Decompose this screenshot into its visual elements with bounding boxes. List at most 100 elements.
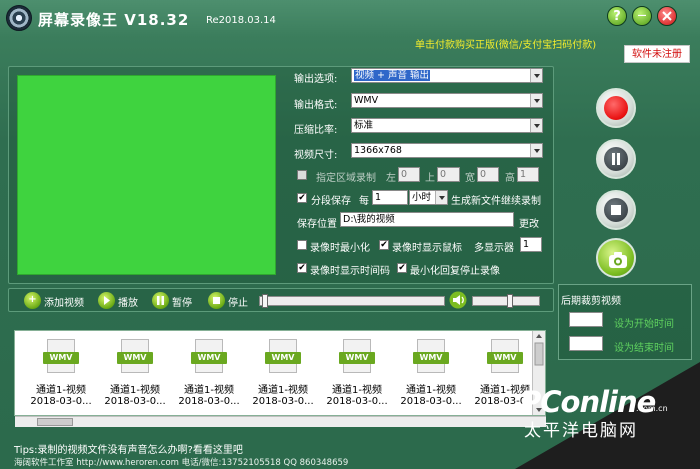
camera-icon bbox=[609, 252, 627, 268]
chevron-down-icon bbox=[530, 69, 542, 82]
save-location-input[interactable]: D:\我的视频 bbox=[340, 212, 514, 227]
playback-progress-thumb[interactable] bbox=[262, 294, 268, 308]
file-item[interactable]: WMV 通道1-视频 2018-03-0... bbox=[397, 335, 465, 411]
multi-monitor-input[interactable]: 1 bbox=[520, 237, 542, 252]
region-label: 指定区域录制 bbox=[316, 173, 376, 184]
minimize-button[interactable]: — bbox=[632, 6, 652, 26]
file-name: 通道1-视频 bbox=[184, 385, 234, 396]
file-name: 通道1-视频 bbox=[110, 385, 160, 396]
record-icon bbox=[604, 96, 628, 120]
output-format-label: 输出格式: bbox=[294, 100, 338, 111]
show-timecode-checkbox[interactable]: ✔ bbox=[297, 263, 307, 273]
set-end-button[interactable]: 设为结束时间 bbox=[614, 339, 674, 354]
pause-icon[interactable] bbox=[152, 292, 169, 309]
playback-progress-slider[interactable] bbox=[259, 296, 445, 306]
record-button[interactable] bbox=[596, 88, 636, 128]
file-name: 通道1-视频 bbox=[36, 385, 86, 396]
chevron-down-icon bbox=[530, 144, 542, 157]
stop-icon[interactable] bbox=[208, 292, 225, 309]
close-icon bbox=[662, 11, 672, 21]
pause-button[interactable]: 暂停 bbox=[172, 294, 192, 309]
watermark-domain: .com.cn bbox=[636, 404, 668, 413]
file-item[interactable]: WMV 通道1-视频 2018-03-0... bbox=[175, 335, 243, 411]
compression-label: 压缩比率: bbox=[294, 125, 338, 136]
add-icon[interactable]: + bbox=[24, 292, 41, 309]
end-time-input[interactable] bbox=[569, 336, 603, 351]
segment-unit-select[interactable]: 小时 bbox=[409, 190, 448, 205]
file-badge: WMV bbox=[487, 352, 523, 364]
segment-unit-value: 小时 bbox=[412, 192, 432, 203]
release-date: Re2018.03.14 bbox=[206, 15, 276, 26]
chevron-down-icon bbox=[530, 94, 542, 107]
file-date: 2018-03-0... bbox=[30, 396, 92, 407]
tips-link[interactable]: Tips:录制的视频文件没有声音怎么办啊?看看这里吧 bbox=[14, 441, 243, 456]
file-item[interactable]: WMV 通道1-视频 2018-03-0... bbox=[27, 335, 95, 411]
unregistered-badge[interactable]: 软件未注册 bbox=[624, 45, 690, 63]
wmv-file-icon: WMV bbox=[265, 339, 301, 373]
region-checkbox[interactable] bbox=[297, 170, 307, 180]
segment-count-input[interactable]: 1 bbox=[372, 190, 408, 205]
close-button[interactable] bbox=[657, 6, 677, 26]
region-left-input[interactable]: 0 bbox=[398, 167, 420, 182]
file-date: 2018-03-0... bbox=[252, 396, 314, 407]
file-list[interactable]: WMV 通道1-视频 2018-03-0... WMV 通道1-视频 2018-03-0.… bbox=[14, 330, 546, 416]
screenshot-button[interactable] bbox=[596, 238, 636, 278]
region-top-label: 上 bbox=[425, 173, 435, 184]
hscroll-thumb[interactable] bbox=[37, 418, 73, 426]
change-location-button[interactable]: 更改 bbox=[519, 215, 539, 230]
output-option-value: 视频 + 声音 输出 bbox=[354, 70, 431, 81]
output-format-select[interactable]: WMV bbox=[351, 93, 543, 108]
minimize-when-recording-label: 录像时最小化 bbox=[310, 243, 370, 254]
play-icon[interactable] bbox=[98, 292, 115, 309]
segment-checkbox[interactable]: ✔ bbox=[297, 193, 307, 203]
app-logo-icon bbox=[6, 5, 32, 31]
file-item[interactable]: WMV 通道1-视频 2018-03-0... bbox=[249, 335, 317, 411]
minimize-when-recording-checkbox[interactable] bbox=[297, 240, 307, 250]
region-width-label: 宽 bbox=[465, 173, 475, 184]
wmv-file-icon: WMV bbox=[339, 339, 375, 373]
file-date: 2018-03-0... bbox=[104, 396, 166, 407]
output-option-select[interactable]: 视频 + 声音 输出 bbox=[351, 68, 543, 83]
wmv-file-icon: WMV bbox=[413, 339, 449, 373]
buy-link[interactable]: 单击付款购买正版(微信/支付宝扫码付款) bbox=[415, 36, 596, 51]
stop-on-restore-checkbox[interactable]: ✔ bbox=[397, 263, 407, 273]
app-window: 屏幕录像王 V18.32 Re2018.03.14 ? — 单击付款购买正版(微… bbox=[0, 0, 700, 469]
show-cursor-checkbox[interactable]: ✔ bbox=[379, 240, 389, 250]
file-item[interactable]: WMV 通道1-视频 2018-03-0... bbox=[101, 335, 169, 411]
pause-record-button[interactable] bbox=[596, 139, 636, 179]
stop-button[interactable]: 停止 bbox=[228, 294, 248, 309]
region-top-input[interactable]: 0 bbox=[437, 167, 460, 182]
file-name: 通道1-视频 bbox=[406, 385, 456, 396]
file-date: 2018-03-0... bbox=[400, 396, 462, 407]
volume-icon[interactable] bbox=[449, 291, 469, 309]
watermark-brand: PConline bbox=[520, 385, 656, 419]
stop-on-restore-label: 最小化回复停止录像 bbox=[410, 266, 500, 277]
video-size-label: 视频尺寸: bbox=[294, 150, 338, 161]
file-list-horizontal-scrollbar[interactable] bbox=[15, 416, 546, 427]
wmv-file-icon: WMV bbox=[487, 339, 523, 373]
start-time-input[interactable] bbox=[569, 312, 603, 327]
file-badge: WMV bbox=[339, 352, 375, 364]
file-date: 2018-03-0... bbox=[326, 396, 388, 407]
volume-thumb[interactable] bbox=[507, 294, 513, 308]
file-badge: WMV bbox=[117, 352, 153, 364]
multi-monitor-label: 多显示器 bbox=[474, 243, 514, 254]
volume-slider[interactable] bbox=[472, 296, 540, 306]
file-item[interactable]: WMV 通道1-视频 2018-03-0... bbox=[323, 335, 391, 411]
file-name: 通道1-视频 bbox=[258, 385, 308, 396]
compression-select[interactable]: 标准 bbox=[351, 118, 543, 133]
add-video-button[interactable]: 添加视频 bbox=[44, 294, 84, 309]
segment-label: 分段保存 bbox=[311, 196, 351, 207]
set-start-button[interactable]: 设为开始时间 bbox=[614, 315, 674, 330]
watermark-cn: 太平洋电脑网 bbox=[524, 421, 638, 441]
help-button[interactable]: ? bbox=[607, 6, 627, 26]
app-title: 屏幕录像王 V18.32 bbox=[38, 11, 190, 29]
chevron-down-icon bbox=[435, 191, 447, 204]
stop-record-button[interactable] bbox=[596, 190, 636, 230]
video-size-select[interactable]: 1366x768 bbox=[351, 143, 543, 158]
play-button[interactable]: 播放 bbox=[118, 294, 138, 309]
region-height-input[interactable]: 1 bbox=[517, 167, 539, 182]
region-width-input[interactable]: 0 bbox=[477, 167, 499, 182]
region-height-label: 高 bbox=[505, 173, 515, 184]
show-timecode-label: 录像时显示时间码 bbox=[310, 266, 390, 277]
